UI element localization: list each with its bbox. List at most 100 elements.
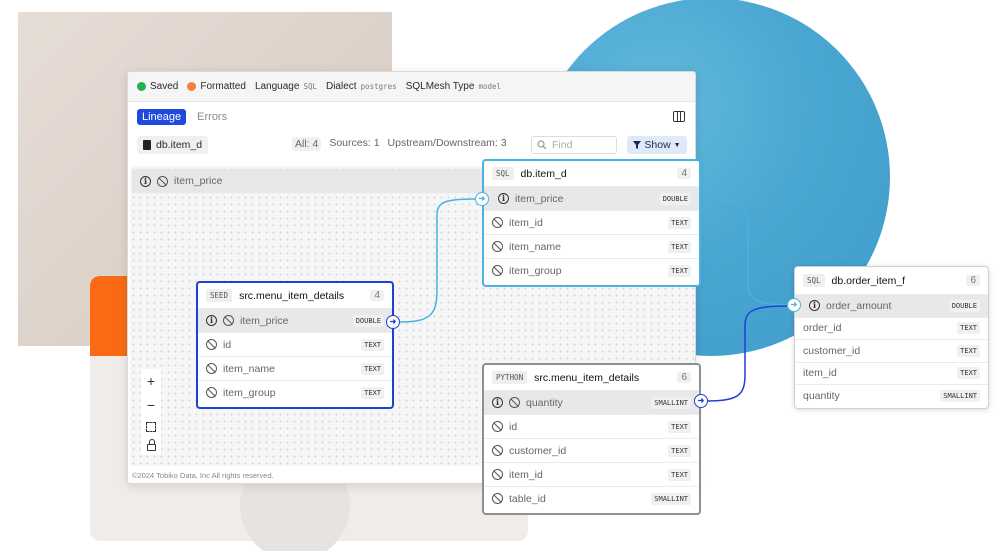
saved-status: Saved [137,81,178,92]
language-label: Language [254,81,300,92]
column-name: item_id [509,468,543,481]
column-type: DOUBLE [948,299,980,312]
node-sql-order-item-f[interactable]: SQL db.order_item_f 6 i order_amount DOU… [794,266,989,409]
saved-label: Saved [150,81,179,92]
column-type: TEXT [668,240,691,253]
count-upstream-downstream: Upstream/Downstream: 3 [387,137,507,149]
node-kind-badge: SQL [492,167,514,180]
column-type: TEXT [957,322,980,335]
column-row[interactable]: table_id SMALLINT [484,486,699,510]
formatted-label: Formatted [200,81,246,92]
column-row[interactable]: quantity SMALLINT [795,384,988,407]
column-row[interactable]: item_name TEXT [198,356,392,380]
tab-lineage[interactable]: Lineage [137,109,187,125]
fit-view-icon[interactable] [146,421,156,432]
disabled-icon [492,469,503,480]
column-name: quantity [803,389,840,402]
count-all: All: 4 [292,137,322,151]
filter-icon [633,141,642,149]
disabled-icon [492,421,503,432]
column-row[interactable]: item_name TEXT [484,234,699,258]
status-bar: Saved Formatted Language SQL Dialect pos… [128,72,695,102]
language-status: Language SQL [255,81,317,92]
column-row[interactable]: item_id TEXT [484,462,699,486]
output-port-arrow-icon[interactable]: ➜ [386,315,400,329]
search-icon [537,140,547,150]
column-row[interactable]: i item_price DOUBLE [484,186,699,210]
selected-column-row[interactable]: i item_price [132,169,492,193]
column-type: SMALLINT [940,389,980,402]
node-kind-badge: PYTHON [492,371,528,384]
model-name: db.item_d [156,139,203,151]
node-header: SQL db.order_item_f 6 [795,267,988,294]
column-row[interactable]: customer_id TEXT [484,438,699,462]
node-python-menu-item-details[interactable]: PYTHON src.menu_item_details 6 i quantit… [482,363,701,515]
info-icon[interactable]: i [809,300,820,312]
column-row[interactable]: id TEXT [198,332,392,356]
column-name: item_name [509,240,561,253]
column-name: item_group [223,386,276,399]
column-type: TEXT [668,468,691,481]
info-icon[interactable]: i [140,175,151,187]
column-row[interactable]: item_group TEXT [484,258,699,282]
output-port-arrow-icon[interactable]: ➜ [694,394,708,408]
node-sql-item-d[interactable]: SQL db.item_d 4 i item_price DOUBLE item… [482,159,701,287]
columns-icon[interactable] [673,111,685,122]
formatted-status: Formatted [187,81,246,92]
input-port-arrow-icon[interactable]: ➜ [787,298,801,312]
selected-column-label: item_price [174,175,223,187]
column-type: TEXT [957,344,980,357]
lock-icon[interactable] [146,438,156,451]
show-button[interactable]: Show ▼ [627,136,687,154]
input-port-arrow-icon[interactable]: ➜ [475,192,489,206]
column-row[interactable]: item_id TEXT [484,210,699,234]
column-row[interactable]: item_group TEXT [198,380,392,404]
column-row[interactable]: i item_price DOUBLE [198,308,392,332]
model-chip[interactable]: db.item_d [137,136,209,154]
disabled-icon [492,445,503,456]
column-name: item_name [223,362,275,375]
node-seed-menu-item-details[interactable]: SEED src.menu_item_details 4 i item_pric… [196,281,394,409]
zoom-controls: + − [141,369,161,455]
dialect-status: Dialect postgres [326,81,397,92]
column-name: item_price [515,192,564,205]
node-column-count: 4 [370,290,384,301]
column-row[interactable]: item_id TEXT [795,361,988,385]
column-row[interactable]: customer_id TEXT [795,339,988,362]
zoom-out-button[interactable]: − [147,397,155,413]
column-row[interactable]: i quantity SMALLINT [484,390,699,414]
disabled-icon [492,493,503,504]
column-type: TEXT [668,444,691,457]
column-row[interactable]: id TEXT [484,414,699,438]
node-kind-badge: SEED [206,289,233,302]
column-name: customer_id [803,344,861,357]
column-type: TEXT [957,367,980,380]
tab-bar: Lineage Errors [137,109,232,125]
column-type: TEXT [668,264,691,277]
column-type: DOUBLE [352,314,384,327]
node-header: SEED src.menu_item_details 4 [198,283,392,308]
column-name: order_amount [826,299,892,312]
column-type: TEXT [361,386,384,399]
disabled-icon [223,315,234,326]
find-input[interactable]: Find [531,136,617,154]
column-type: SMALLINT [651,492,691,505]
count-sources: Sources: 1 [329,137,380,149]
disabled-icon [157,175,168,187]
column-row[interactable]: i order_amount DOUBLE [795,294,988,317]
info-icon[interactable]: i [498,193,509,204]
zoom-in-button[interactable]: + [147,373,155,389]
column-type: TEXT [668,216,691,229]
footer-copyright: ©2024 Tobiko Data, Inc All rights reserv… [132,471,274,480]
column-row[interactable]: order_id TEXT [795,316,988,340]
tab-errors[interactable]: Errors [192,109,232,125]
node-column-count: 6 [677,372,691,383]
column-name: order_id [803,322,842,335]
column-type: TEXT [361,362,384,375]
info-icon[interactable]: i [492,397,503,408]
chevron-down-icon: ▼ [673,141,681,149]
lineage-counts: All: 4 Sources: 1 Upstream/Downstream: 3 [292,137,507,151]
info-icon[interactable]: i [206,315,217,326]
column-name: table_id [509,492,546,505]
disabled-icon [492,241,503,252]
